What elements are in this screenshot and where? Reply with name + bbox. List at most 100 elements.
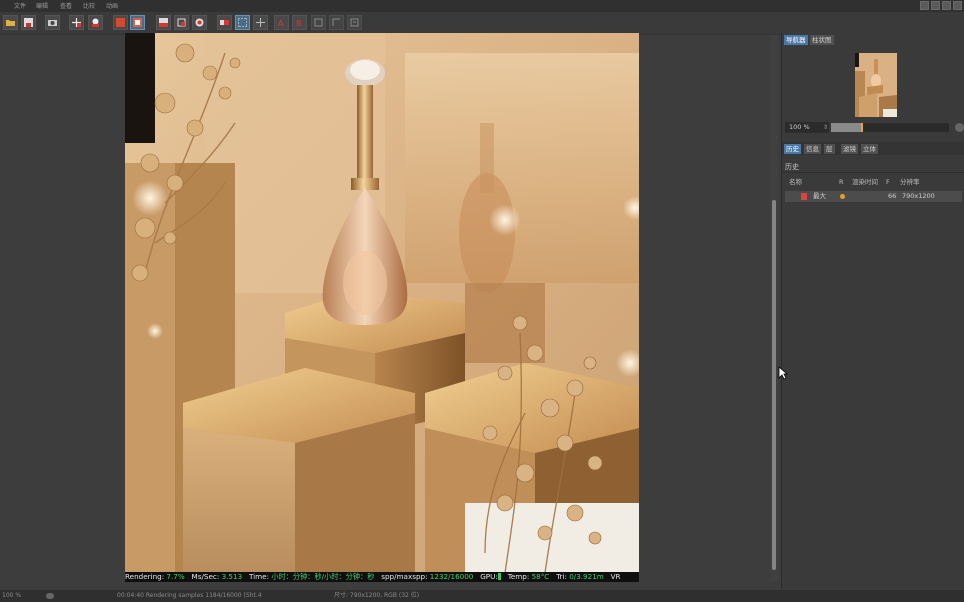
split-button[interactable] [253,15,268,30]
maximize-icon[interactable] [942,1,951,10]
snapshot-button[interactable] [45,15,60,30]
menu-edit[interactable]: 编辑 [36,1,48,10]
render-active-button[interactable] [130,15,145,30]
column-name[interactable]: 名称 [789,177,802,187]
panel-tabs: 历史 信息 层 滤镜 立体 [782,142,964,155]
region-icon [72,18,81,27]
region-render-icon [177,18,186,27]
open-button[interactable] [3,15,18,30]
ab-compare-button[interactable] [217,15,232,30]
temp-value: 58°C [531,572,550,581]
window-controls [920,1,962,11]
gpu-usage-bar [497,573,501,580]
history-label: 历史 [785,163,799,171]
time-value: 小时：分钟：秒/小时：分钟：秒 [271,572,375,581]
interactive-render-button[interactable] [192,15,207,30]
render-image [125,33,639,573]
tab-navigator[interactable]: 导航器 [784,35,808,45]
navigator-preview [855,53,897,117]
compare-icon [238,18,247,27]
zoom-slider-fill [831,123,861,132]
svg-text:A: A [278,19,284,27]
ms-label: Ms/Sec: [191,572,220,581]
ms-value: 3.513 [221,572,243,581]
open-icon [6,20,15,26]
filter-icon [314,18,323,27]
toolbar: A B [0,12,964,35]
column-render-time[interactable]: 渲染时间 [852,177,878,187]
spp-label: spp/maxspp: [381,572,428,581]
minimize-icon[interactable] [931,1,940,10]
status-dot-icon [840,194,845,199]
rendering-value: 7.7% [166,572,185,581]
menu-animation[interactable]: 动画 [106,1,118,10]
channel-a-button[interactable]: A [274,15,289,30]
vr-label: VR [610,572,621,581]
tab-history[interactable]: 历史 [784,144,801,154]
zoom-slider-handle[interactable] [860,123,863,132]
spp-value: 1232/16000 [429,572,474,581]
history-frame: 66 [888,192,897,200]
render-icon [92,18,99,27]
temp-label: Temp: [507,572,530,581]
render-button[interactable] [88,15,103,30]
scrollbar-thumb[interactable] [772,200,776,570]
red-render-button[interactable] [113,15,128,30]
region-render-button[interactable] [174,15,189,30]
menu-bar: 文件 编辑 查看 比较 动画 [0,0,964,12]
render-status-bar: Rendering: 7.7% Ms/Sec: 3.513 Time: 小时：分… [125,572,639,582]
export-button[interactable] [347,15,362,30]
column-frame[interactable]: F [886,177,890,187]
tab-layers[interactable]: 层 [824,144,835,154]
zoom-stepper-icon[interactable]: ⇕ [823,122,828,133]
tab-info[interactable]: 信息 [804,144,821,154]
zoom-slider[interactable] [831,123,949,132]
tri-label: Tri: [556,572,567,581]
save-button[interactable] [21,15,36,30]
divider [782,172,964,173]
tri-value: 0/3.921m [569,572,604,581]
menu-compare[interactable]: 比较 [83,1,95,10]
gpu-label: GPU: [480,572,498,581]
tab-histogram[interactable]: 柱状图 [810,35,834,45]
stop-icon [159,18,168,27]
stop-button[interactable] [156,15,171,30]
history-row[interactable]: 最大 66 790x1200 [785,191,962,202]
zoom-options-button[interactable] [955,123,964,132]
render-viewport[interactable] [125,33,639,573]
region-button[interactable] [69,15,84,30]
export-icon [350,18,359,27]
column-r[interactable]: R [839,177,844,187]
image-size-info: 尺寸: 790x1200, RGB (32 位) [334,592,420,599]
navigator-thumbnail[interactable] [855,53,897,117]
split-icon [256,18,265,27]
column-resolution[interactable]: 分辨率 [900,177,920,187]
side-panel: 导航器 柱状图 100 % ⇕ 历史 信息 层 滤镜 立体 历史 名称 R 渲染… [782,33,964,589]
tab-stereo[interactable]: 立体 [861,144,878,154]
compare-button[interactable] [235,15,250,30]
channel-b-button[interactable]: B [292,15,307,30]
channel-b-icon: B [296,19,302,27]
move-icon[interactable] [953,1,962,10]
bottom-zoom[interactable]: 100 % [2,590,21,602]
tab-filters[interactable]: 滤镜 [841,144,858,154]
history-table-header: 名称 R 渲染时间 F 分辨率 [782,177,964,187]
menu-view[interactable]: 查看 [60,1,72,10]
zoom-row: 100 % ⇕ [785,122,964,133]
cursor-icon [778,366,788,380]
render-log-message: 00:04:40 Rendering samples 1184/16000 (S… [117,592,262,599]
ab-icon [220,20,229,25]
menu-file[interactable]: 文件 [14,1,26,10]
layout-icon[interactable] [920,1,929,10]
lut-icon [332,18,340,26]
filter-button[interactable] [311,15,326,30]
red-render-icon [116,18,125,27]
rendering-label: Rendering: [125,572,165,581]
history-name: 最大 [813,192,826,200]
zoom-dropdown-icon[interactable] [46,593,54,599]
save-icon [24,18,33,27]
lut-button[interactable] [329,15,344,30]
svg-text:B: B [296,19,302,27]
history-resolution: 790x1200 [902,192,935,200]
interactive-render-icon [195,18,204,27]
